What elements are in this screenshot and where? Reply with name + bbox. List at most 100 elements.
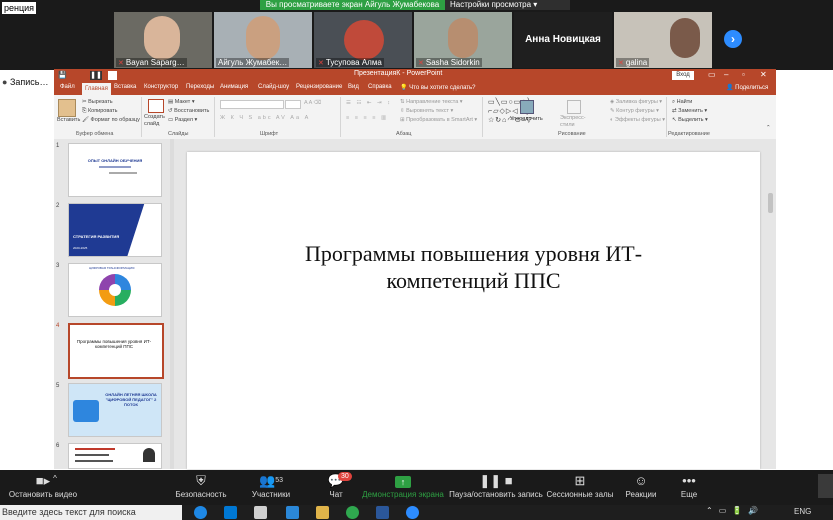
participant-video [448, 18, 478, 58]
save-icon[interactable]: 💾 [58, 71, 67, 79]
font-size-buttons[interactable]: A A ⌫ [304, 100, 321, 106]
stop-record-overlay-icon[interactable] [108, 71, 117, 80]
more-button[interactable]: ••• Еще [672, 472, 706, 499]
tab-insert[interactable]: Вставка [114, 84, 136, 90]
shape-fill-button[interactable]: ◈ Заливка фигуры ▾ [610, 99, 662, 105]
participants-icon: 👥53 [259, 473, 283, 488]
pause-record-button[interactable]: ❚❚ ■ Пауза/остановить запись [448, 472, 544, 499]
participant-tile[interactable]: Анна Новицкая [514, 12, 612, 68]
share-screen-button[interactable]: ↑ Демонстрация экрана [360, 472, 446, 499]
list-buttons[interactable]: ☰ ☷ ⇤ ⇥ ↕ [346, 100, 392, 106]
meeting-toolbar: ■▸ Остановить видео ^ ⛨ Безопасность 👥53 Уч… [0, 470, 833, 505]
tab-view[interactable]: Вид [348, 84, 359, 90]
replace-button[interactable]: ⇄ Заменить ▾ [672, 108, 707, 114]
font-size-box[interactable] [285, 100, 301, 109]
keyboard-language[interactable]: ENG [794, 507, 811, 516]
grid-icon: ⊞ [574, 473, 586, 488]
mail-icon[interactable] [286, 506, 299, 519]
slide-thumbnail[interactable]: ЦИФРОВАЯ ТРАНСФОРМАЦИЯ [68, 263, 162, 317]
thumbnail-title: СТРАТЕГИЯ РАЗВИТИЯ [73, 234, 120, 239]
lightbulb-icon: 💡 [400, 85, 408, 91]
tab-design[interactable]: Конструктор [144, 84, 178, 90]
edge-icon[interactable] [224, 506, 237, 519]
tab-transitions[interactable]: Переходы [186, 84, 214, 90]
text-direction-button[interactable]: ⇅ Направление текста ▾ [400, 99, 463, 105]
reset-button[interactable]: ↺ Восстановить [168, 108, 209, 114]
view-settings-button[interactable]: Настройки просмотра ▾ [450, 0, 537, 10]
thumbnail-diagram-center [109, 284, 121, 296]
tab-home[interactable]: Главная [82, 83, 111, 95]
quick-styles-button[interactable]: Экспресс-стили [560, 115, 588, 129]
stop-video-button[interactable]: ■▸ Остановить видео [8, 472, 78, 499]
chevron-up-icon: ^ [53, 474, 57, 483]
chevron-down-icon: ▾ [533, 0, 538, 9]
editor-scrollbar-thumb[interactable] [768, 193, 773, 213]
video-options-chevron[interactable]: ^ [50, 474, 60, 483]
ribbon-display-icon[interactable]: ▭ [708, 70, 716, 79]
tab-file[interactable]: Файл [60, 84, 75, 90]
maximize-icon[interactable]: ▫ [742, 70, 745, 79]
layout-label: Макет [174, 99, 191, 105]
reactions-button[interactable]: ☺ Реакции [620, 472, 662, 499]
slide-thumbnail[interactable]: ОПЫТ ОНЛАЙН ОБУЧЕНИЯ [68, 143, 162, 197]
arrange-button[interactable]: Упорядочить [510, 116, 543, 122]
tab-help[interactable]: Справка [368, 84, 392, 90]
font-name-box[interactable] [220, 100, 284, 109]
align-text-button[interactable]: ⇳ Выровнять текст ▾ [400, 108, 453, 114]
font-format-buttons[interactable]: Ж К Ч S abc AV Аа A [220, 115, 310, 121]
share-button[interactable]: 👤 Поделиться [726, 84, 768, 91]
tab-animations[interactable]: Анимация [220, 84, 248, 90]
slide-thumbnail-selected[interactable]: Программы повышения уровня ИТ-компетенци… [68, 323, 164, 379]
pause-record-overlay-icon[interactable]: ❚❚ [90, 71, 102, 80]
next-page-button[interactable]: › [724, 30, 742, 48]
current-slide[interactable]: Программы повышения уровня ИТ- компетенц… [187, 152, 760, 469]
participant-tile[interactable]: ✕ Sasha Sidorkin [414, 12, 512, 68]
format-painter-button[interactable]: 🖌 Формат по образцу [82, 117, 140, 123]
login-button[interactable]: Вход [672, 71, 694, 80]
minimize-icon[interactable]: – [724, 70, 728, 79]
taskbar-search-input[interactable]: Введите здесь текст для поиска [0, 505, 182, 520]
shape-effects-button[interactable]: ◐ Эффекты фигуры ▾ [610, 117, 665, 123]
participants-button[interactable]: 👥53 Участники [244, 472, 298, 499]
word-icon[interactable] [376, 506, 389, 519]
copy-icon: ⎘ [82, 108, 87, 114]
participant-tile[interactable]: ✕ Bayan Saparg… [114, 12, 212, 68]
file-explorer-icon[interactable] [316, 506, 329, 519]
slide-title[interactable]: Программы повышения уровня ИТ- компетенц… [247, 240, 700, 294]
find-button[interactable]: ⌕ Найти [672, 99, 692, 106]
end-meeting-button[interactable] [818, 474, 833, 498]
participant-tile[interactable]: ✕ galina [614, 12, 712, 68]
participant-tile[interactable]: Айгуль Жумабек… [214, 12, 312, 68]
arrange-icon[interactable] [520, 100, 534, 114]
slide-thumbnail[interactable]: СТРАТЕГИЯ РАЗВИТИЯ 2020-2025 [68, 203, 162, 257]
slide-thumbnail[interactable]: ОНЛАЙН ЛЕТНЯЯ ШКОЛА "ЦИФРОВОЙ ПЕДАГОГ" 2… [68, 383, 162, 437]
breakout-rooms-button[interactable]: ⊞ Сессионные залы [546, 472, 614, 499]
task-view-icon[interactable] [194, 506, 207, 519]
copy-button[interactable]: ⎘ Копировать [82, 108, 118, 115]
shape-outline-button[interactable]: ✎ Контур фигуры ▾ [610, 108, 659, 114]
paste-icon[interactable] [58, 99, 76, 117]
tell-me-search[interactable]: 💡 Что вы хотите сделать? [400, 84, 475, 91]
collapse-ribbon-icon[interactable]: ⌃ [766, 125, 771, 131]
cut-button[interactable]: ✂ Вырезать [82, 99, 113, 105]
participant-tile[interactable]: ✕ Тусупова Алма [314, 12, 412, 68]
system-tray-icons[interactable]: ⌃▭🔋🔊 [706, 506, 764, 515]
slide-thumbnail[interactable] [68, 443, 162, 469]
tab-review[interactable]: Рецензирование [296, 84, 342, 90]
close-icon[interactable]: ✕ [760, 70, 767, 79]
quick-styles-icon[interactable] [567, 100, 581, 114]
security-button[interactable]: ⛨ Безопасность [170, 472, 232, 499]
tab-slideshow[interactable]: Слайд-шоу [258, 84, 289, 90]
layout-button[interactable]: ▤ Макет ▾ [168, 99, 195, 105]
align-buttons[interactable]: ≡ ≡ ≡ ≡ ▥ [346, 115, 388, 121]
zoom-app-icon[interactable] [406, 506, 419, 519]
smartart-button[interactable]: ⊞ Преобразовать в SmartArt ▾ [400, 117, 477, 123]
section-button[interactable]: ▭ Раздел ▾ [168, 117, 197, 123]
select-button[interactable]: ↖ Выделить ▾ [672, 117, 708, 123]
store-icon[interactable] [254, 506, 267, 519]
chevron-right-icon: › [731, 32, 735, 46]
person-icon: 👤 [726, 85, 734, 91]
chrome-icon[interactable] [346, 506, 359, 519]
new-slide-icon[interactable] [148, 99, 164, 113]
paste-button[interactable]: Вставить [57, 117, 80, 123]
